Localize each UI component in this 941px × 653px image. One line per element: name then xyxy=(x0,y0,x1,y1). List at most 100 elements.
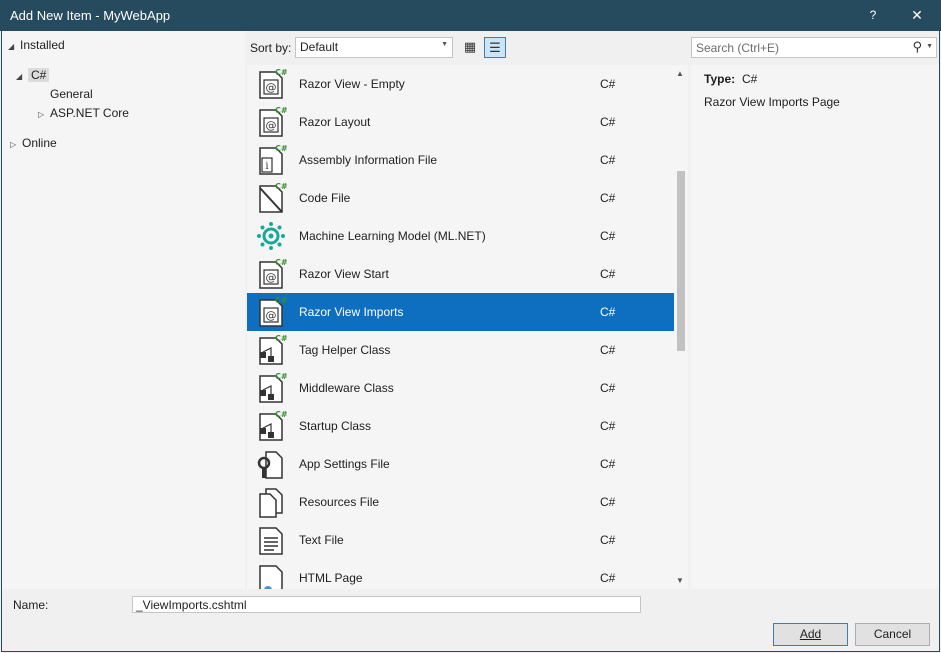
template-name: Razor View - Empty xyxy=(299,77,405,91)
template-language: C# xyxy=(600,229,616,243)
sort-by-value: Default xyxy=(300,40,339,54)
template-name: Razor View Imports xyxy=(299,305,404,319)
template-language: C# xyxy=(600,191,616,205)
svg-text:C#: C# xyxy=(275,410,287,419)
template-row[interactable]: Machine Learning Model (ML.NET) C# xyxy=(247,217,674,255)
template-language: C# xyxy=(600,153,616,167)
tree-label-aspnet: ASP.NET Core xyxy=(50,106,129,120)
template-name: Text File xyxy=(299,533,344,547)
tree-node-csharp[interactable]: ◢ C# xyxy=(16,65,50,87)
template-name: HTML Page xyxy=(299,571,363,585)
template-row[interactable]: C# Startup Class C# xyxy=(247,407,674,445)
html-file-icon xyxy=(259,565,283,589)
settings-wrench-icon xyxy=(257,451,283,479)
list-view-icon[interactable]: ☰ xyxy=(484,37,506,58)
expanded-arrow-icon[interactable]: ◢ xyxy=(16,67,28,87)
window-title: Add New Item - MyWebApp xyxy=(10,8,171,23)
template-language: C# xyxy=(600,419,616,433)
template-row[interactable]: Resources File C# xyxy=(247,483,674,521)
template-language: C# xyxy=(600,267,616,281)
grid-view-icon[interactable]: ▦ xyxy=(459,37,481,58)
template-name: Machine Learning Model (ML.NET) xyxy=(299,229,486,243)
svg-text:@: @ xyxy=(266,81,277,94)
ml-gear-icon xyxy=(257,222,285,250)
scroll-down-icon[interactable]: ▼ xyxy=(676,576,684,585)
close-button[interactable]: ✕ xyxy=(897,0,937,31)
template-name: Tag Helper Class xyxy=(299,343,391,357)
tree-label-general: General xyxy=(50,87,93,101)
tree-node-installed[interactable]: ◢ Installed xyxy=(8,35,65,55)
template-row[interactable]: C# Middleware Class C# xyxy=(247,369,674,407)
class-file-icon: C# xyxy=(259,410,287,441)
sort-by-dropdown[interactable]: Default ▼ xyxy=(295,37,453,58)
type-label: Type: xyxy=(704,72,736,86)
razor-page-icon: @ C# xyxy=(259,258,287,289)
template-name: Resources File xyxy=(299,495,380,509)
help-button[interactable]: ? xyxy=(853,0,893,31)
svg-text:i: i xyxy=(265,161,268,172)
tree-node-online[interactable]: ▷ Online xyxy=(10,133,57,153)
template-row[interactable]: C# Tag Helper Class C# xyxy=(247,331,674,369)
details-pane: Type: C# Razor View Imports Page xyxy=(691,65,939,589)
tree-label-csharp: C# xyxy=(28,68,50,82)
razor-page-icon: @ C# xyxy=(259,68,287,99)
template-list: @ C# Razor View - Empty C# @ C# Razor Layout C#… xyxy=(247,65,688,589)
text-file-icon xyxy=(259,527,283,555)
template-description: Razor View Imports Page xyxy=(704,95,840,109)
category-tree: ◢ Installed ◢ C# General ▷ ASP.NET Core ▷ On… xyxy=(2,31,245,589)
svg-text:@: @ xyxy=(266,309,277,322)
template-row[interactable]: HTML Page C# xyxy=(247,559,674,589)
name-label: Name: xyxy=(13,598,49,612)
type-value: C# xyxy=(742,72,758,86)
template-name: App Settings File xyxy=(299,457,390,471)
template-language: C# xyxy=(600,457,616,471)
svg-text:C#: C# xyxy=(275,144,287,153)
template-name: Middleware Class xyxy=(299,381,394,395)
collapsed-arrow-icon[interactable]: ▷ xyxy=(38,105,50,125)
search-input[interactable]: Search (Ctrl+E) ⚲ ▼ xyxy=(691,37,937,58)
template-name: Assembly Information File xyxy=(299,153,438,167)
svg-text:C#: C# xyxy=(275,258,287,267)
template-language: C# xyxy=(600,115,616,129)
title-bar: Add New Item - MyWebApp ? ✕ xyxy=(0,0,941,31)
add-button[interactable]: Add xyxy=(773,623,848,646)
template-row[interactable]: App Settings File C# xyxy=(247,445,674,483)
name-field[interactable]: _ViewImports.cshtml xyxy=(132,596,641,613)
svg-text:C#: C# xyxy=(275,296,287,305)
template-row[interactable]: @ C# Razor Layout C# xyxy=(247,103,674,141)
scroll-up-icon[interactable]: ▲ xyxy=(676,69,684,78)
info-file-icon: i C# xyxy=(259,144,287,175)
scrollbar-thumb[interactable] xyxy=(677,171,685,351)
collapsed-arrow-icon[interactable]: ▷ xyxy=(10,135,22,155)
vertical-scrollbar[interactable]: ▲ ▼ xyxy=(674,65,688,589)
class-file-icon: C# xyxy=(259,372,287,403)
svg-text:C#: C# xyxy=(275,372,287,381)
svg-text:@: @ xyxy=(266,271,277,284)
cancel-button[interactable]: Cancel xyxy=(855,623,930,646)
cancel-button-label: Cancel xyxy=(873,627,912,641)
tree-node-general[interactable]: General xyxy=(50,84,93,104)
template-language: C# xyxy=(600,305,616,319)
code-file-icon: C# xyxy=(259,182,287,213)
sort-by-label: Sort by: xyxy=(250,41,292,55)
expanded-arrow-icon[interactable]: ◢ xyxy=(8,37,20,57)
svg-text:C#: C# xyxy=(275,334,287,343)
template-row[interactable]: @ C# Razor View - Empty C# xyxy=(247,65,674,103)
razor-page-icon: @ C# xyxy=(259,106,287,137)
tree-node-aspnet[interactable]: ▷ ASP.NET Core xyxy=(38,103,129,123)
razor-page-icon: @ C# xyxy=(259,296,287,327)
template-row[interactable]: @ C# Razor View Imports C# xyxy=(247,293,674,331)
template-name: Code File xyxy=(299,191,351,205)
template-row[interactable]: @ C# Razor View Start C# xyxy=(247,255,674,293)
svg-text:C#: C# xyxy=(275,106,287,115)
search-icon[interactable]: ⚲ xyxy=(912,39,922,55)
template-row[interactable]: i C# Assembly Information File C# xyxy=(247,141,674,179)
chevron-down-icon[interactable]: ▼ xyxy=(926,43,933,50)
class-file-icon: C# xyxy=(259,334,287,365)
template-row[interactable]: Text File C# xyxy=(247,521,674,559)
template-language: C# xyxy=(600,77,616,91)
svg-text:C#: C# xyxy=(275,68,287,77)
template-language: C# xyxy=(600,495,616,509)
template-row[interactable]: C# Code File C# xyxy=(247,179,674,217)
svg-text:C#: C# xyxy=(275,182,287,191)
